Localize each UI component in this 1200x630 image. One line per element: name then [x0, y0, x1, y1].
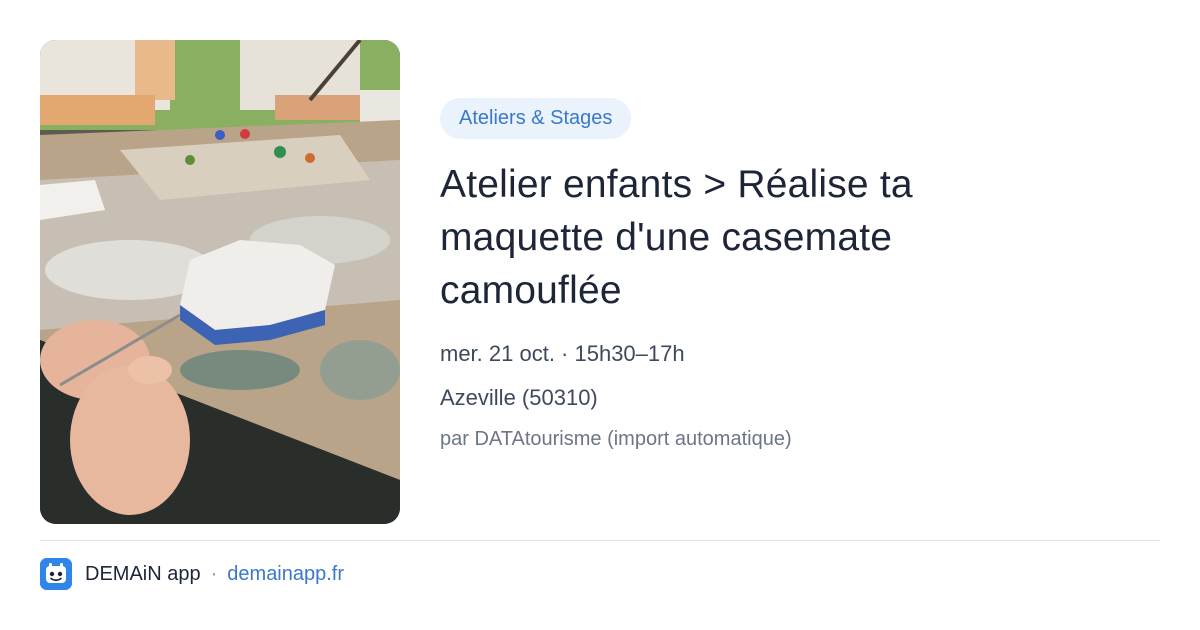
event-photo[interactable] — [40, 40, 400, 524]
event-share-card: Ateliers & Stages Atelier enfants > Réal… — [0, 0, 1200, 630]
footer-divider — [40, 540, 1160, 541]
app-name: DEMAiN app — [85, 562, 201, 585]
footer: DEMAiN app · demainapp.fr — [40, 557, 344, 591]
app-logo-icon[interactable] — [40, 558, 72, 590]
footer-separator: · — [210, 562, 218, 585]
event-date-time: mer. 21 oct. · 15h30–17h — [440, 341, 685, 366]
event-source: par DATAtourisme (import automatique) — [440, 428, 792, 450]
event-location: Azeville (50310) — [440, 385, 598, 410]
event-title[interactable]: Atelier enfants > Réalise ta maquette d'… — [440, 158, 1040, 317]
category-badge[interactable]: Ateliers & Stages — [440, 98, 632, 139]
event-details: Ateliers & Stages Atelier enfants > Réal… — [440, 98, 1160, 453]
app-website-link[interactable]: demainapp.fr — [227, 563, 344, 586]
